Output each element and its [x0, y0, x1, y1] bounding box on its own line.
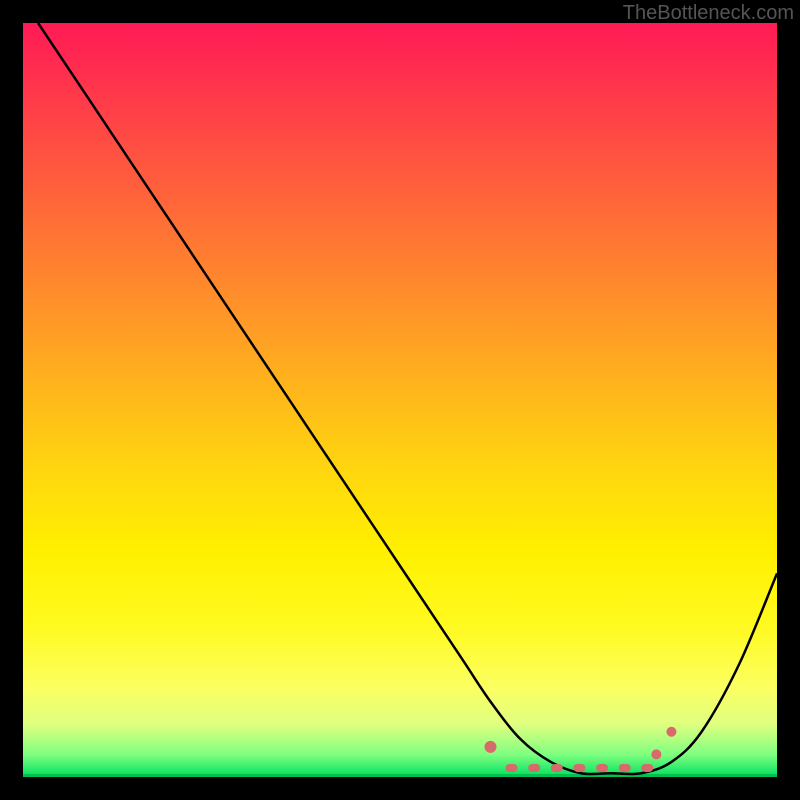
bottleneck-chart: [23, 23, 777, 777]
marker-dash: [619, 764, 631, 772]
marker-dash: [596, 764, 608, 772]
marker-dash: [641, 764, 653, 772]
marker-dot: [484, 741, 496, 753]
watermark-text: TheBottleneck.com: [623, 2, 794, 25]
marker-dash: [573, 764, 585, 772]
marker-dash: [528, 764, 540, 772]
marker-dash: [551, 764, 563, 772]
marker-dot: [651, 749, 661, 759]
marker-dot: [666, 727, 676, 737]
curve-path: [38, 23, 777, 774]
marker-dash: [506, 764, 518, 772]
optimal-zone-markers: [484, 727, 676, 772]
